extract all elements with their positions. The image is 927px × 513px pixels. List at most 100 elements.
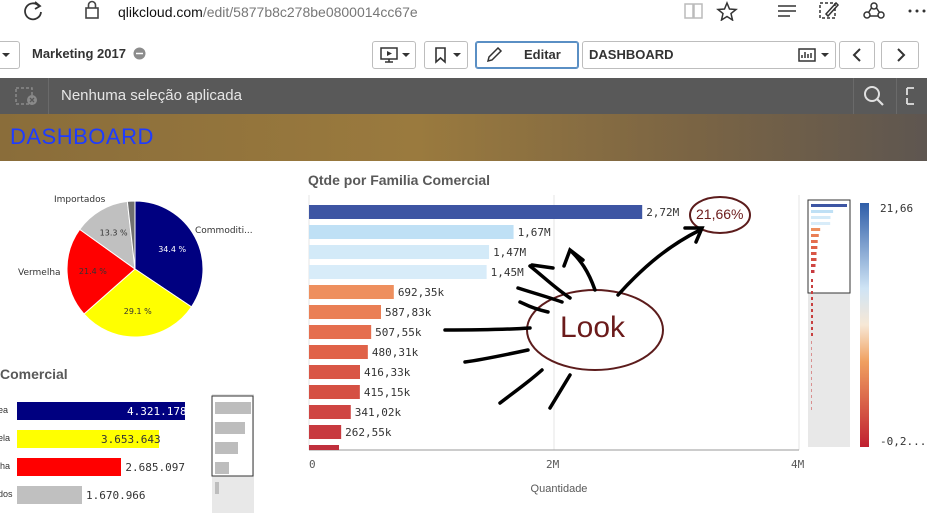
favorite-star-icon[interactable] xyxy=(716,1,738,21)
minichart-bar xyxy=(811,222,831,225)
reading-view-icon[interactable] xyxy=(683,1,705,21)
pie-slice-label: Vermelha xyxy=(18,268,61,278)
sheet-selector[interactable]: DASHBOARD xyxy=(582,41,836,69)
minichart-bar xyxy=(811,303,813,306)
left-bar-category-label: lha xyxy=(0,461,11,471)
minichart-bar xyxy=(811,315,813,318)
pie-chart[interactable]: 34.4 % Commoditi... 29.1 % 21.4 % Vermelha 13… xyxy=(0,161,300,361)
refresh-icon[interactable] xyxy=(22,0,46,22)
bar-value-label: 416,33k xyxy=(364,366,411,379)
bar[interactable] xyxy=(309,385,360,399)
web-note-icon[interactable] xyxy=(818,0,840,22)
minichart-bar xyxy=(811,353,812,356)
left-minichart-scrollbar[interactable] xyxy=(211,394,255,513)
minichart-bar xyxy=(811,321,813,324)
minichart-bar xyxy=(811,377,812,380)
arrow-head xyxy=(530,263,555,270)
minichart-bar xyxy=(811,401,812,404)
browser-bar: qlikcloud.com/edit/5877b8c278be0800014cc… xyxy=(0,0,927,35)
navigation-menu-button[interactable] xyxy=(0,41,20,69)
search-icon[interactable] xyxy=(862,85,886,107)
selections-tool-icon[interactable] xyxy=(905,86,927,106)
left-bar[interactable] xyxy=(17,486,82,504)
minichart-bar xyxy=(811,347,812,350)
bar-value-label: 587,83k xyxy=(385,306,432,319)
bar[interactable] xyxy=(309,285,394,299)
arrow-stroke xyxy=(570,250,597,292)
edit-label: Editar xyxy=(524,47,561,62)
share-icon[interactable] xyxy=(862,0,886,22)
bookmark-button[interactable] xyxy=(424,41,468,69)
minichart-bar xyxy=(811,327,813,330)
app-title: Marketing 2017 xyxy=(32,46,146,61)
annotation-overlay xyxy=(443,196,751,410)
minichart-bar xyxy=(811,240,818,243)
minichart-bar xyxy=(811,285,813,288)
minichart-bar xyxy=(811,270,815,273)
x-tick-label: 2M xyxy=(546,458,560,471)
edit-button[interactable]: Editar xyxy=(475,41,579,69)
sheet-list-icon xyxy=(798,48,829,62)
left-bar-value-label: 2.685.097 xyxy=(125,461,185,474)
next-sheet-button[interactable] xyxy=(881,41,919,69)
chevron-down-icon xyxy=(2,53,10,57)
sheet-title: DASHBOARD xyxy=(10,124,154,149)
chevron-left-icon xyxy=(852,48,861,62)
pie-slice-label: Commoditi... xyxy=(195,226,253,236)
bar[interactable] xyxy=(309,305,382,319)
more-icon[interactable] xyxy=(906,4,927,18)
hub-icon[interactable] xyxy=(776,2,798,20)
left-bar-category-label: ea xyxy=(0,405,9,415)
minichart-bar xyxy=(811,228,821,231)
url-domain: qlikcloud.com xyxy=(118,4,203,20)
color-legend xyxy=(860,203,869,447)
minichart-bar xyxy=(811,246,818,249)
x-tick-label: 4M xyxy=(791,458,805,471)
url-path: /edit/5877b8c278be0800014cc67e xyxy=(202,4,418,20)
left-bar-value-label: 4.321.178 xyxy=(127,405,187,418)
address-bar[interactable]: qlikcloud.com/edit/5877b8c278be0800014cc… xyxy=(118,4,418,20)
left-bar-chart[interactable]: ea 4.321.178 ela 3.653.643 lha 2.685.097 dos 1.… xyxy=(0,398,212,513)
minichart-bar xyxy=(811,279,813,282)
arrow-stroke xyxy=(443,326,532,332)
minichart-bar xyxy=(811,395,812,398)
divider xyxy=(853,78,854,114)
legend-max-label: 21,66 xyxy=(880,202,914,215)
bar-value-label: 507,55k xyxy=(375,326,422,339)
minichart-bar xyxy=(811,309,813,312)
lock-icon xyxy=(85,0,99,19)
app-title-text: Marketing 2017 xyxy=(32,46,126,61)
minichart-bar xyxy=(811,210,834,213)
previous-sheet-button[interactable] xyxy=(839,41,875,69)
minichart-bar xyxy=(811,216,831,219)
divider xyxy=(896,78,897,114)
chevron-right-icon xyxy=(897,48,906,62)
pie-slice-label: Importados xyxy=(54,195,106,205)
presentation-icon xyxy=(380,47,410,63)
story-button[interactable] xyxy=(372,41,416,69)
bar-value-label: 480,31k xyxy=(372,346,419,359)
pie-slice-pct-label: 29.1 % xyxy=(124,307,152,316)
minichart-bar xyxy=(811,359,812,362)
bar[interactable] xyxy=(309,405,351,419)
minichart-bar xyxy=(811,365,812,368)
bar[interactable] xyxy=(309,325,372,339)
legend-gradient-bar xyxy=(860,203,869,447)
left-bar[interactable] xyxy=(17,458,122,476)
clear-selections-icon[interactable] xyxy=(14,85,40,107)
minichart-bar xyxy=(811,234,819,237)
app-toolbar: Marketing 2017 Editar DASHBOARD xyxy=(0,34,927,79)
minichart-bar xyxy=(811,333,813,336)
minichart-bar xyxy=(811,383,812,386)
bar[interactable] xyxy=(309,425,342,439)
bar[interactable] xyxy=(309,345,368,359)
app-status-icon xyxy=(133,47,146,60)
bar-value-label: 262,55k xyxy=(345,426,392,439)
percent-annotation-text: 21,66% xyxy=(696,206,744,222)
minichart-bar xyxy=(811,341,812,344)
bar-value-label: 341,02k xyxy=(355,406,402,419)
legend-min-label: -0,2... xyxy=(880,435,927,448)
look-annotation-text: Look xyxy=(560,311,626,344)
arrow-stroke xyxy=(616,228,702,297)
bar[interactable] xyxy=(309,365,361,379)
